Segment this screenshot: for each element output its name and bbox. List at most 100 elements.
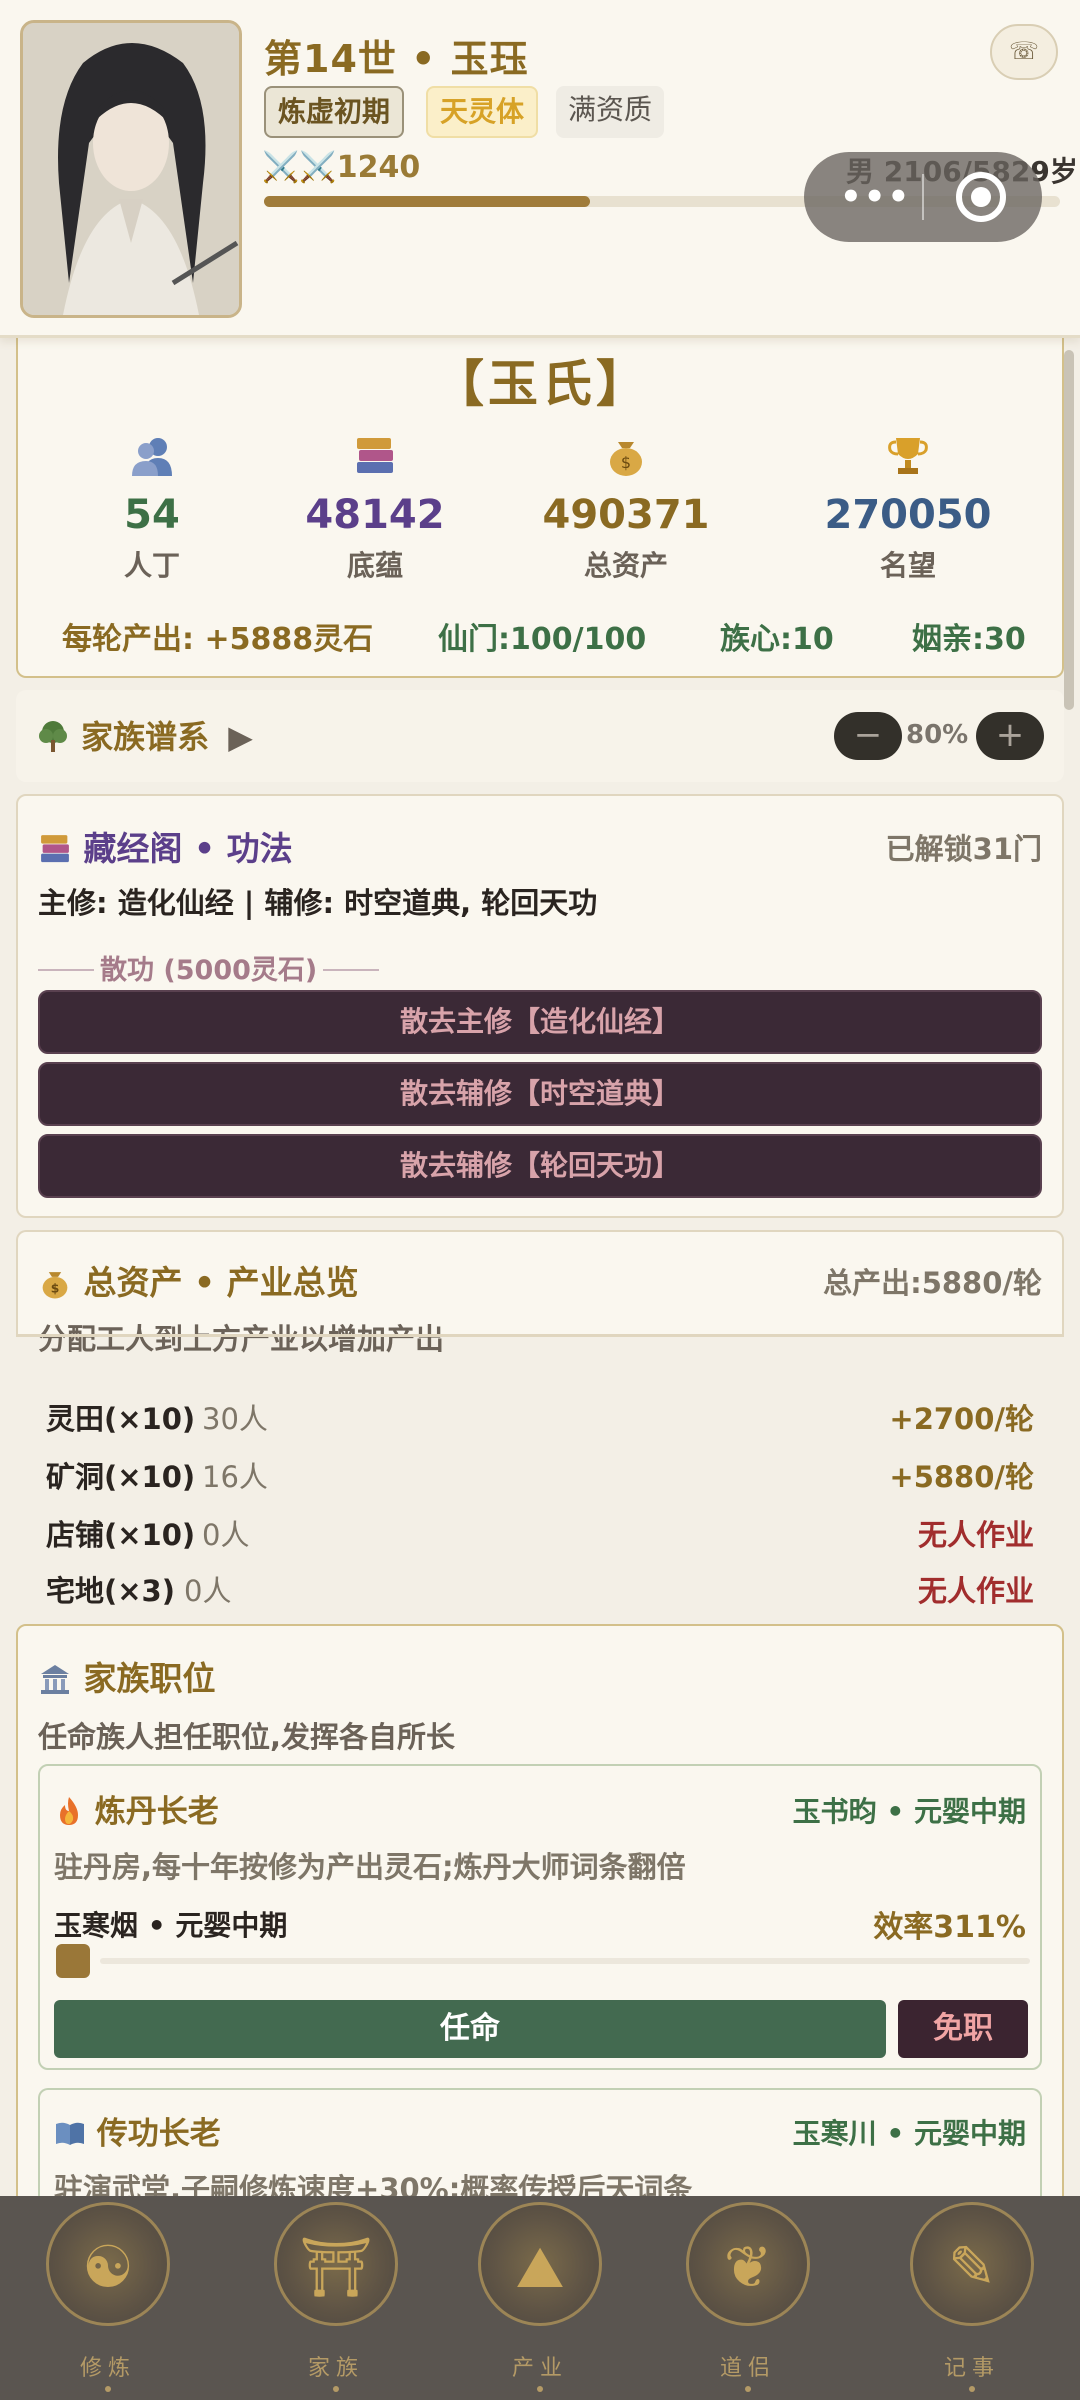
nav-industry[interactable]: ⛰ 产业 — [470, 2202, 610, 2392]
aptitude-tag: 满资质 — [556, 86, 665, 138]
nav-family[interactable]: ⛩ 家族 — [266, 2202, 406, 2392]
dispel-aux2-button[interactable]: 散去辅修【轮回天功】 — [38, 1134, 1042, 1198]
industry-row[interactable]: 宅地(×3) 0人 无人作业 — [46, 1568, 1034, 1614]
realm-tag: 炼虚初期 — [264, 86, 405, 138]
candidate-slider-track — [100, 1958, 1030, 1964]
library-title: 藏经阁 • 功法 — [83, 829, 293, 868]
scroll-icon: ✎ — [910, 2202, 1034, 2326]
alchemy-title: 炼丹长老 — [94, 1794, 219, 1830]
teaching-title: 传功长老 — [96, 2116, 221, 2152]
stat-label: 总资产 — [583, 549, 668, 582]
family-tree-row: 家族谱系 ▶ − 80% + — [16, 690, 1064, 782]
stat-label: 底蕴 — [346, 549, 403, 582]
mountain-icon: ⛰ — [478, 2202, 602, 2326]
svg-text:$: $ — [621, 453, 631, 472]
marriage-ties: 姻亲:30 — [912, 622, 1026, 657]
meditation-icon: ☯ — [46, 2202, 170, 2326]
candidate-slider-handle[interactable] — [56, 1944, 90, 1978]
family-tree-toggle[interactable]: 家族谱系 ▶ — [36, 712, 253, 758]
stat-heritage: 48142 底蕴 — [275, 434, 475, 584]
page-scrollbar[interactable] — [1064, 350, 1074, 710]
books-icon — [38, 829, 84, 868]
generation-title: 第14世 • 玉珏 — [264, 37, 529, 81]
unlocked-count: 已解锁31门 — [885, 832, 1042, 866]
library-title-row: 藏经阁 • 功法 — [38, 822, 293, 870]
industry-output: 无人作业 — [917, 1574, 1034, 1608]
zoom-level: 80% — [906, 720, 969, 750]
alchemy-desc: 驻丹房,每十年按修为产出灵石;炼丹大师词条翻倍 — [54, 1850, 686, 1884]
play-arrow-icon: ▶ — [228, 718, 253, 756]
stat-prestige: 270050 名望 — [808, 434, 1008, 584]
industry-name: 宅地(×3) — [46, 1574, 175, 1608]
industry-name: 灵田(×10) — [46, 1402, 196, 1436]
character-portrait[interactable] — [20, 20, 242, 318]
nav-chronicle[interactable]: ✎ 记事 — [902, 2202, 1042, 2392]
industry-output: +5880/轮 — [889, 1460, 1034, 1494]
assets-card: $ 总资产 • 产业总览 总产出:5880/轮 分配工人到上方产业以增加产出 — [16, 1230, 1064, 1356]
teaching-title-row: 传功长老 — [54, 2108, 221, 2153]
clan-heart: 族心:10 — [720, 622, 834, 657]
svg-text:$: $ — [51, 1281, 60, 1295]
stat-total-assets: $ 490371 总资产 — [526, 434, 726, 584]
industry-row[interactable]: 店铺(×10) 0人 无人作业 — [46, 1512, 1034, 1558]
people-icon — [52, 434, 252, 484]
industry-workers: 16人 — [202, 1460, 268, 1494]
alchemy-holder: 玉书昀 • 元婴中期 — [792, 1795, 1026, 1828]
stat-population: 54 人丁 — [52, 434, 252, 584]
clan-name: 【玉氏】 — [434, 355, 650, 413]
sect-gate: 仙门:100/100 — [438, 622, 647, 657]
stat-label: 人丁 — [123, 549, 180, 582]
teaching-holder: 玉寒川 • 元婴中期 — [792, 2117, 1026, 2150]
phone-icon: ☏ — [1008, 37, 1039, 65]
nav-label: 产业 — [511, 2356, 568, 2381]
assets-divider — [16, 1334, 1064, 1337]
nav-cultivate[interactable]: ☯ 修炼 — [38, 2202, 178, 2392]
industry-row[interactable]: 矿洞(×10) 16人 +5880/轮 — [46, 1454, 1034, 1500]
money-bag-icon: $ — [526, 434, 726, 484]
positions-title-row: 家族职位 — [38, 1652, 216, 1700]
clan-summary-card: 【玉氏】 54 人丁 48142 底蕴 $ 490371 总资产 270050 … — [16, 336, 1064, 678]
industry-workers: 0人 — [184, 1574, 232, 1608]
positions-hint: 任命族人担任职位,发挥各自所长 — [38, 1720, 456, 1754]
appoint-button[interactable]: 任命 — [54, 2000, 886, 2058]
dispel-aux1-button[interactable]: 散去辅修【时空道典】 — [38, 1062, 1042, 1126]
industry-output: 无人作业 — [917, 1518, 1034, 1552]
industry-name: 店铺(×10) — [46, 1518, 196, 1552]
industry-workers: 0人 — [202, 1518, 250, 1552]
dispel-header-text: 散功 (5000灵石) — [100, 955, 318, 986]
positions-title: 家族职位 — [83, 1659, 216, 1698]
alchemy-elder-card: 炼丹长老 玉书昀 • 元婴中期 驻丹房,每十年按修为产出灵石;炼丹大师词条翻倍 … — [38, 1764, 1042, 2070]
couple-icon: ❦ — [686, 2202, 810, 2326]
dispel-header: 散功 (5000灵石) — [38, 948, 380, 987]
pavilion-icon: ⛩ — [274, 2202, 398, 2326]
alchemy-candidate: 玉寒烟 • 元婴中期 — [54, 1909, 288, 1942]
cultivation-methods: 主修: 造化仙经 | 辅修: 时空道典, 轮回天功 — [38, 886, 598, 920]
positions-card: 家族职位 任命族人担任职位,发挥各自所长 炼丹长老 玉书昀 • 元婴中期 驻丹房… — [16, 1624, 1064, 2268]
industry-output: +2700/轮 — [889, 1402, 1034, 1436]
assets-hint: 分配工人到上方产业以增加产出 — [38, 1322, 445, 1356]
dismiss-button[interactable]: 免职 — [898, 2000, 1028, 2058]
close-miniprogram-icon[interactable] — [956, 172, 1006, 222]
nav-label: 道侣 — [719, 2356, 776, 2381]
stat-value: 54 — [124, 492, 180, 538]
stat-value: 270050 — [824, 492, 992, 538]
trophy-icon — [808, 434, 1008, 484]
industry-workers: 30人 — [202, 1402, 268, 1436]
stat-value: 490371 — [542, 492, 710, 538]
nav-label: 家族 — [307, 2356, 364, 2381]
zoom-in-button[interactable]: + — [976, 712, 1044, 760]
contact-button[interactable]: ☏ — [990, 24, 1058, 80]
dispel-main-button[interactable]: 散去主修【造化仙经】 — [38, 990, 1042, 1054]
miniprogram-capsule: ••• — [804, 152, 1042, 242]
books-icon — [275, 434, 475, 484]
more-menu-icon[interactable]: ••• — [840, 180, 920, 214]
money-bag-icon: $ — [38, 1263, 84, 1302]
open-book-icon — [54, 2116, 97, 2152]
nav-label: 修炼 — [79, 2356, 136, 2381]
capsule-divider — [922, 174, 924, 220]
industry-row[interactable]: 灵田(×10) 30人 +2700/轮 — [46, 1396, 1034, 1442]
nav-partner[interactable]: ❦ 道侣 — [678, 2202, 818, 2392]
tree-icon — [36, 718, 81, 756]
zoom-out-button[interactable]: − — [834, 712, 902, 760]
temple-icon — [38, 1659, 84, 1698]
